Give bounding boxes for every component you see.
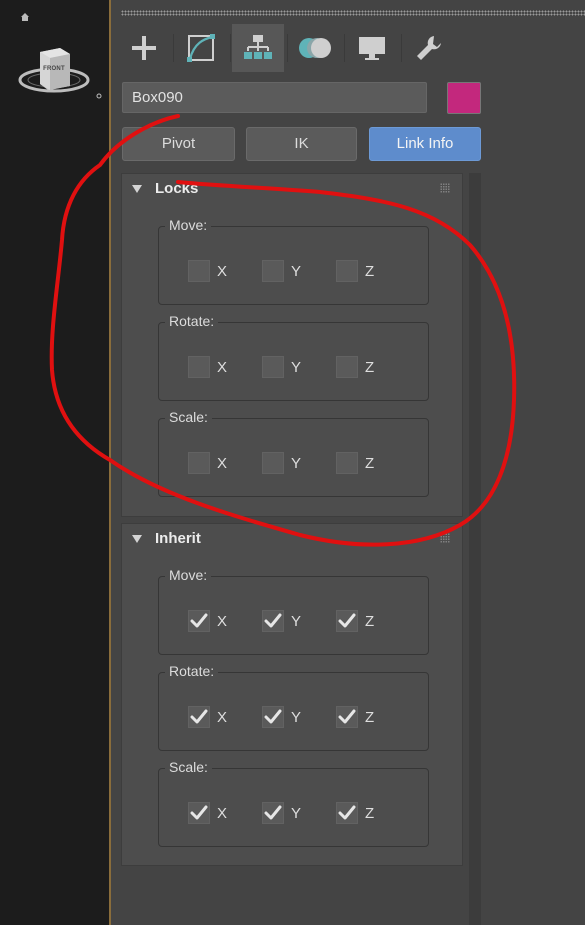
viewport[interactable]: FRONT xyxy=(0,0,111,925)
checkbox-label: X xyxy=(217,455,228,472)
checkbox-label: Z xyxy=(365,613,375,630)
checkbox-label: Y xyxy=(291,613,302,630)
create-plus-icon xyxy=(132,36,156,60)
object-name-field[interactable]: Box090 xyxy=(122,82,427,113)
display-monitor-icon xyxy=(359,37,385,60)
checkbox-label: X xyxy=(217,263,228,280)
viewcube-front-label: FRONT xyxy=(43,66,65,72)
inherit-scale-group: Scale: X Y Z xyxy=(158,759,429,847)
checkbox-label: X xyxy=(217,359,228,376)
command-panel-tabs xyxy=(118,24,585,72)
checkbox-label: Y xyxy=(291,805,302,822)
command-panel: Box090 Pivot IK Link Info Locks Move: X … xyxy=(111,0,585,925)
inherit-rotate-x-checkbox[interactable] xyxy=(188,706,210,728)
inherit-move-x-checkbox[interactable] xyxy=(188,610,210,632)
locks-move-x-checkbox[interactable] xyxy=(188,260,210,282)
group-label: Move: xyxy=(165,217,212,233)
checkbox-label: X xyxy=(217,805,228,822)
tab-utilities[interactable] xyxy=(403,24,455,72)
tab-modify[interactable] xyxy=(175,24,227,72)
tab-create[interactable] xyxy=(118,24,170,72)
checkbox-label: Y xyxy=(291,359,302,376)
locks-scale-x-checkbox[interactable] xyxy=(188,452,210,474)
inherit-scale-y-checkbox[interactable] xyxy=(262,802,284,824)
inherit-rollout-header[interactable]: Inherit xyxy=(122,524,462,554)
panel-grip[interactable] xyxy=(121,10,585,16)
checkbox-label: X xyxy=(217,709,228,726)
locks-rollout-header[interactable]: Locks xyxy=(122,174,462,204)
collapse-arrow-icon xyxy=(132,535,142,543)
locks-rotate-z-checkbox[interactable] xyxy=(336,356,358,378)
ik-button[interactable]: IK xyxy=(246,127,357,161)
inherit-move-y-checkbox[interactable] xyxy=(262,610,284,632)
locks-scale-group: Scale: X Y Z xyxy=(158,409,429,497)
panel-scrollbar[interactable] xyxy=(469,173,481,925)
locks-rollout: Locks Move: X Y Z Rotate: X Y Z Scale: X xyxy=(121,173,463,517)
inherit-rollout: Inherit Move: X Y Z Rotate: X Y Z Scale:… xyxy=(121,523,463,866)
rollout-grip-icon[interactable] xyxy=(440,533,450,543)
tab-display[interactable] xyxy=(346,24,398,72)
object-color-swatch[interactable] xyxy=(447,82,481,114)
locks-move-y-checkbox[interactable] xyxy=(262,260,284,282)
viewcube[interactable] xyxy=(14,44,106,104)
group-label: Rotate: xyxy=(165,313,219,329)
modify-curve-icon xyxy=(187,34,215,62)
locks-scale-y-checkbox[interactable] xyxy=(262,452,284,474)
checkmark-icon xyxy=(338,613,356,628)
group-label: Scale: xyxy=(165,409,212,425)
checkbox-label: Y xyxy=(291,263,302,280)
rollout-grip-icon[interactable] xyxy=(440,183,450,193)
checkbox-label: Z xyxy=(365,709,375,726)
checkmark-icon xyxy=(264,613,282,628)
checkbox-label: Y xyxy=(291,455,302,472)
utilities-wrench-icon xyxy=(417,36,441,60)
inherit-rotate-group: Rotate: X Y Z xyxy=(158,663,429,751)
checkbox-label: X xyxy=(217,613,228,630)
locks-move-z-checkbox[interactable] xyxy=(336,260,358,282)
checkmark-icon xyxy=(264,805,282,820)
locks-rotate-group: Rotate: X Y Z xyxy=(158,313,429,401)
locks-rotate-y-checkbox[interactable] xyxy=(262,356,284,378)
group-label: Move: xyxy=(165,567,212,583)
collapse-arrow-icon xyxy=(132,185,142,193)
inherit-rotate-z-checkbox[interactable] xyxy=(336,706,358,728)
tab-motion[interactable] xyxy=(289,24,341,72)
motion-circles-icon xyxy=(299,38,331,58)
inherit-scale-z-checkbox[interactable] xyxy=(336,802,358,824)
checkmark-icon xyxy=(338,805,356,820)
hierarchy-icon xyxy=(244,35,272,59)
checkbox-label: Z xyxy=(365,359,375,376)
checkbox-label: Z xyxy=(365,455,375,472)
group-label: Rotate: xyxy=(165,663,219,679)
link-info-button[interactable]: Link Info xyxy=(369,127,481,161)
checkmark-icon xyxy=(190,709,208,724)
group-label: Scale: xyxy=(165,759,212,775)
inherit-scale-x-checkbox[interactable] xyxy=(188,802,210,824)
home-icon[interactable] xyxy=(20,12,30,22)
checkbox-label: Y xyxy=(291,709,302,726)
locks-rotate-x-checkbox[interactable] xyxy=(188,356,210,378)
inherit-move-z-checkbox[interactable] xyxy=(336,610,358,632)
tab-hierarchy[interactable] xyxy=(232,24,284,72)
locks-title: Locks xyxy=(155,180,199,197)
locks-scale-z-checkbox[interactable] xyxy=(336,452,358,474)
inherit-move-group: Move: X Y Z xyxy=(158,567,429,655)
checkbox-label: Z xyxy=(365,805,375,822)
pivot-button[interactable]: Pivot xyxy=(122,127,235,161)
checkmark-icon xyxy=(190,613,208,628)
checkmark-icon xyxy=(264,709,282,724)
checkmark-icon xyxy=(190,805,208,820)
locks-move-group: Move: X Y Z xyxy=(158,217,429,305)
inherit-title: Inherit xyxy=(155,530,201,547)
checkmark-icon xyxy=(338,709,356,724)
checkbox-label: Z xyxy=(365,263,375,280)
inherit-rotate-y-checkbox[interactable] xyxy=(262,706,284,728)
